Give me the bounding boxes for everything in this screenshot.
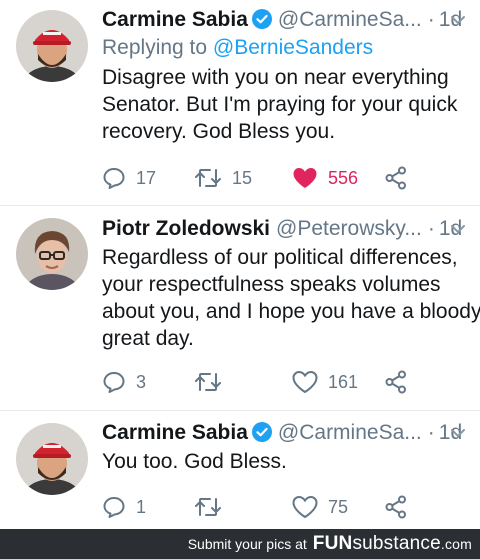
footer-text: Submit your pics at bbox=[187, 536, 307, 552]
tweet-text-line: recovery. God Bless you. bbox=[102, 120, 336, 143]
avatar[interactable] bbox=[16, 218, 88, 290]
reply-count: 1 bbox=[136, 496, 147, 517]
reply-count: 3 bbox=[136, 371, 147, 392]
author-name[interactable]: Piotr Zoledowski bbox=[102, 217, 270, 240]
brand-suffix: .com bbox=[440, 536, 472, 552]
avatar[interactable] bbox=[16, 423, 88, 495]
brand-bold: FUN bbox=[312, 533, 353, 554]
person-red-cap-avatar-icon bbox=[16, 423, 88, 495]
mention-link[interactable]: @BernieSanders bbox=[213, 36, 373, 59]
avatar[interactable] bbox=[16, 10, 88, 82]
tweet-text: Disagree with you on near everything Sen… bbox=[102, 64, 462, 145]
share-icon bbox=[385, 370, 406, 394]
tweet-text-line: great day. bbox=[102, 327, 194, 350]
tweet-text: Regardless of our political differences,… bbox=[102, 244, 480, 352]
author-name[interactable]: Carmine Sabia bbox=[102, 421, 248, 444]
separator-dot: · bbox=[427, 217, 435, 240]
share-button[interactable] bbox=[384, 164, 408, 192]
heart-filled-icon bbox=[293, 168, 317, 188]
retweet-button[interactable] bbox=[194, 368, 232, 396]
reply-button[interactable]: 3 bbox=[102, 368, 146, 396]
author-handle[interactable]: @CarmineSa... bbox=[278, 8, 422, 31]
author-handle[interactable]: @Peterowsky... bbox=[276, 217, 422, 240]
tweet-text-line: Senator. But I'm praying for your quick bbox=[102, 93, 458, 116]
footer-brand: FUNsubstance.com bbox=[313, 533, 472, 555]
tweet-actions: 1 75 bbox=[102, 493, 442, 521]
author-handle[interactable]: @CarmineSa... bbox=[278, 421, 422, 444]
watermark-footer: Submit your pics at FUNsubstance.com bbox=[0, 529, 480, 559]
like-count: 75 bbox=[328, 496, 349, 517]
tweet-actions: 3 161 bbox=[102, 368, 442, 396]
heart-icon bbox=[292, 496, 318, 518]
tweet-text-line: about you, and I hope you have a bloody bbox=[102, 300, 480, 323]
reply-button[interactable]: 17 bbox=[102, 164, 156, 192]
brand-rest: substance bbox=[352, 533, 441, 554]
tweet-3[interactable]: Carmine Sabia @CarmineSa... · 1d You too. G… bbox=[0, 411, 480, 529]
reply-icon bbox=[103, 168, 125, 189]
tweet-text-line: You too. God Bless. bbox=[102, 450, 287, 473]
separator-dot: · bbox=[427, 421, 435, 444]
share-icon bbox=[385, 495, 406, 519]
reply-button[interactable]: 1 bbox=[102, 493, 146, 521]
tweet-1[interactable]: Carmine Sabia @CarmineSa... · 1d Replying t… bbox=[0, 0, 480, 200]
tweet-text-line: Disagree with you on near everything bbox=[102, 66, 449, 89]
like-count: 161 bbox=[328, 371, 359, 392]
retweet-button[interactable]: 15 bbox=[194, 164, 252, 192]
tweet-text-line: Regardless of our political differences, bbox=[102, 246, 458, 269]
reply-icon bbox=[103, 372, 125, 393]
retweet-icon bbox=[195, 373, 221, 391]
tweet-2[interactable]: Piotr Zoledowski @Peterowsky... · 1d Regard… bbox=[0, 206, 480, 411]
reply-icon bbox=[103, 497, 125, 518]
separator-dot: · bbox=[427, 8, 435, 31]
person-red-cap-avatar-icon bbox=[16, 10, 88, 82]
replying-to-label: Replying to bbox=[102, 36, 208, 59]
retweet-button[interactable] bbox=[194, 493, 232, 521]
tweet-actions: 17 15 556 bbox=[102, 164, 442, 192]
like-button[interactable]: 556 bbox=[292, 164, 358, 192]
chevron-down-icon[interactable] bbox=[450, 5, 466, 44]
verified-badge-icon bbox=[251, 421, 272, 451]
like-count: 556 bbox=[328, 167, 359, 188]
share-icon bbox=[385, 166, 406, 190]
person-glasses-avatar-icon bbox=[16, 218, 88, 290]
retweet-count: 15 bbox=[232, 167, 253, 188]
tweet-text: You too. God Bless. bbox=[102, 448, 462, 475]
tweet-text-line: your respectfulness speaks volumes bbox=[102, 273, 441, 296]
retweet-icon bbox=[195, 498, 221, 516]
like-button[interactable]: 75 bbox=[292, 493, 348, 521]
replying-to: Replying to @BernieSanders bbox=[102, 34, 373, 62]
reply-count: 17 bbox=[136, 167, 157, 188]
share-button[interactable] bbox=[384, 368, 408, 396]
like-button[interactable]: 161 bbox=[292, 368, 358, 396]
retweet-icon bbox=[195, 169, 221, 187]
heart-icon bbox=[292, 371, 318, 393]
share-button[interactable] bbox=[384, 493, 408, 521]
author-name[interactable]: Carmine Sabia bbox=[102, 8, 248, 31]
